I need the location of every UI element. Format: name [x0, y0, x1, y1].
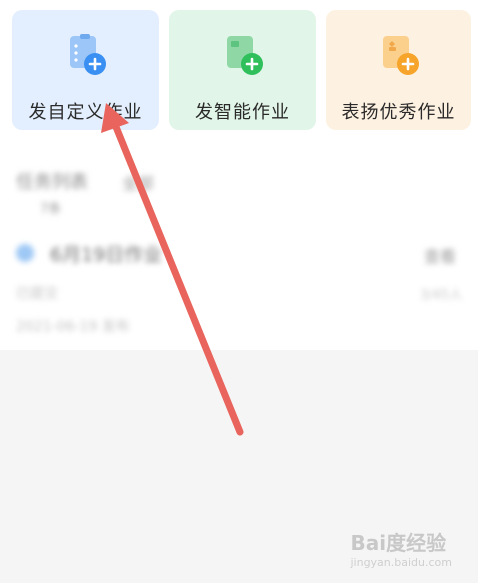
watermark: Bai度经验 jingyan.baidu.com	[350, 531, 452, 569]
annotation-arrow	[101, 103, 244, 436]
